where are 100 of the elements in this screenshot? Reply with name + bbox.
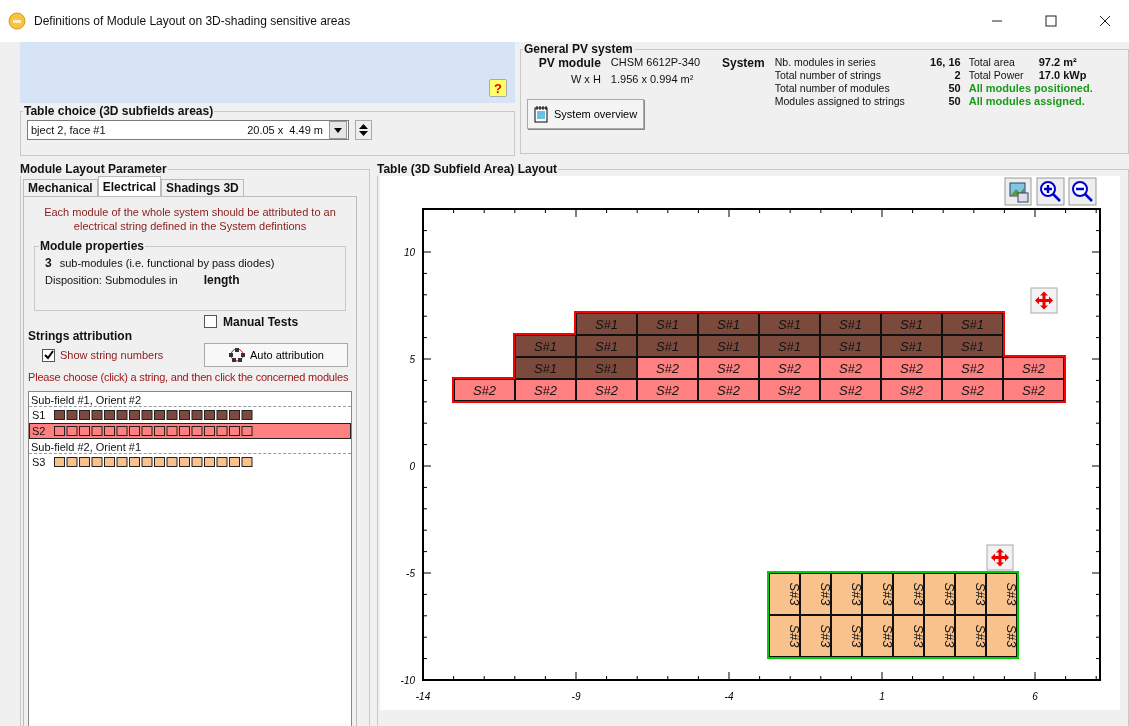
axis-tick-label: 5: [409, 354, 415, 365]
module-cell[interactable]: S#2: [637, 379, 698, 401]
group-title: Module Layout Parameter: [19, 162, 168, 176]
module-cell[interactable]: S#2: [454, 379, 515, 401]
zoom-in-button[interactable]: [1036, 177, 1065, 206]
group-title: Table (3D Subfield Area) Layout: [376, 162, 559, 176]
module-cell[interactable]: S#2: [820, 357, 881, 379]
stat-label: Modules assigned to strings: [774, 95, 906, 107]
status-text: All modules assigned.: [968, 95, 1086, 107]
stat-value: 2: [953, 69, 961, 81]
caret-icon: [334, 127, 342, 133]
string-row[interactable]: S2: [29, 423, 351, 439]
axis-tick-label: -9: [571, 691, 581, 702]
move-button[interactable]: [986, 544, 1014, 571]
app-icon: [8, 12, 26, 30]
maximize-icon[interactable]: [1045, 15, 1057, 27]
module-cell[interactable]: S#3: [800, 573, 833, 615]
group-header: Sub-field #1, Orient #2: [29, 392, 351, 407]
stat-value: 97.2 m²: [1038, 56, 1078, 68]
count-value: 3: [45, 256, 52, 270]
stat-value: 16, 16: [929, 56, 961, 68]
axis-tick-label: 6: [1032, 691, 1038, 702]
field-label: Disposition: Submodules in: [45, 274, 178, 286]
stat-label: Nb. modules in series: [774, 56, 877, 68]
module-cell[interactable]: S#3: [893, 573, 926, 615]
module-cell[interactable]: S#3: [769, 573, 802, 615]
close-icon[interactable]: [1099, 15, 1111, 27]
module-cell[interactable]: S#3: [862, 615, 895, 657]
module-cell[interactable]: S#3: [769, 615, 802, 657]
module-cell[interactable]: S#2: [942, 357, 1003, 379]
stat-value: 50: [947, 95, 961, 107]
show-numbers-checkbox[interactable]: Show string numbers: [42, 343, 204, 367]
module-name: CHSM 6612P-340: [610, 56, 702, 70]
module-cell[interactable]: S#2: [942, 379, 1003, 401]
module-cell[interactable]: S#2: [515, 379, 576, 401]
module-cell[interactable]: S#2: [881, 357, 942, 379]
module-cell[interactable]: S#2: [759, 379, 820, 401]
module-cell[interactable]: S#3: [924, 573, 957, 615]
module-cell[interactable]: S#2: [698, 357, 759, 379]
module-cell[interactable]: S#2: [576, 379, 637, 401]
stat-label: Total area: [968, 56, 1016, 68]
group-title: Module properties: [39, 239, 145, 253]
axis-tick-label: 10: [403, 247, 415, 258]
module-size: 1.956 x 0.994 m²: [610, 73, 695, 85]
module-cell[interactable]: S#3: [955, 573, 988, 615]
manual-tests-checkbox[interactable]: Manual Tests: [204, 315, 352, 343]
axis-tick-label: -10: [400, 675, 415, 686]
axis-tick-label: -5: [406, 568, 415, 579]
module-cell[interactable]: S#3: [800, 615, 833, 657]
table-dropdown[interactable]: bject 2, face #1 20.05 x 4.49 m: [27, 120, 349, 140]
checkmark-icon: [43, 350, 54, 360]
module-cell[interactable]: S#3: [831, 615, 864, 657]
help-button[interactable]: ?: [489, 79, 507, 97]
module-cell[interactable]: S#2: [881, 379, 942, 401]
field-label: PV module: [537, 56, 601, 70]
string-row[interactable]: S1: [29, 407, 351, 423]
axis-tick-label: 1: [879, 691, 885, 702]
move-button[interactable]: [1030, 287, 1058, 314]
stat-label: Total number of modules: [774, 82, 891, 94]
up-arrow-icon: [359, 124, 368, 129]
module-cell[interactable]: S#3: [862, 573, 895, 615]
axis-tick-label: -14: [415, 691, 431, 702]
module-cell[interactable]: S#3: [986, 573, 1019, 615]
field-label: W x H: [569, 73, 601, 85]
down-arrow-icon: [359, 131, 368, 136]
module-cell[interactable]: S#3: [831, 573, 864, 615]
spin-button[interactable]: [355, 120, 372, 140]
axis-tick-label: -4: [724, 691, 734, 702]
auto-attribution-button[interactable]: Auto attribution: [204, 343, 348, 367]
field-value: length: [203, 273, 240, 287]
info-message: Each module of the whole system should be attributed to an electrical string defined in the System defintions: [43, 205, 337, 233]
string-row[interactable]: S3: [29, 454, 351, 470]
module-cell[interactable]: S#2: [759, 357, 820, 379]
module-cell[interactable]: S#2: [1003, 357, 1064, 379]
module-cell[interactable]: S#2: [698, 379, 759, 401]
field-label: System: [722, 56, 765, 72]
module-cell[interactable]: S#3: [893, 615, 926, 657]
tab[interactable]: Mechanical: [23, 179, 98, 196]
image-export-button[interactable]: [1004, 177, 1032, 206]
zoom-out-button[interactable]: [1068, 177, 1097, 206]
module-cell[interactable]: S#2: [1003, 379, 1064, 401]
window-title: Definitions of Module Layout on 3D-shading sensitive areas: [34, 14, 351, 28]
stat-value: 50: [947, 82, 961, 94]
stat-value: 17.0 kWp: [1038, 69, 1088, 81]
module-cell[interactable]: S#3: [924, 615, 957, 657]
tab[interactable]: Shadings 3D: [161, 179, 244, 196]
notepad-icon: [534, 105, 548, 123]
module-cell[interactable]: S#3: [955, 615, 988, 657]
module-cell[interactable]: S#2: [637, 357, 698, 379]
module-cell[interactable]: S#2: [820, 379, 881, 401]
module-cell[interactable]: S#3: [986, 615, 1019, 657]
description-text: sub-modules (i.e. functional by pass diodes): [59, 257, 275, 269]
stat-label: Total number of strings: [774, 69, 882, 81]
instruction-text: Please choose (click) a string, and then click the concerned modules: [28, 371, 350, 383]
system-overview-button[interactable]: System overview: [527, 99, 645, 129]
axis-tick-label: 0: [409, 461, 415, 472]
group-title: Table choice (3D subfields areas): [23, 104, 215, 118]
status-text: All modules positioned.: [968, 82, 1093, 94]
tab[interactable]: Electrical: [97, 176, 162, 196]
section-title: Strings attribution: [28, 329, 133, 343]
